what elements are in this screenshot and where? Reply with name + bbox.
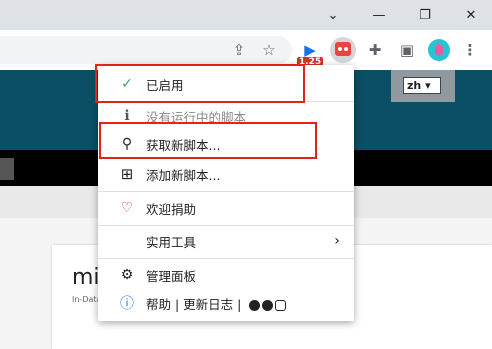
menu-item-utilities[interactable]: 实用工具 › [98, 226, 354, 256]
menu-item-help[interactable]: ⓘ 帮助 | 更新日志 | [98, 288, 354, 318]
tampermonkey-icon [335, 42, 351, 56]
social-links [249, 299, 287, 311]
nav-tab[interactable] [0, 158, 14, 180]
bookmark-star-icon[interactable]: ☆ [257, 38, 281, 62]
tab-search-chevron-icon[interactable]: ⌄ [310, 0, 356, 30]
add-script-label: 添加新脚本... [146, 167, 221, 183]
add-box-icon: ⊞ [120, 165, 134, 183]
donate-label: 欢迎捐助 [146, 201, 197, 217]
language-select-value: zh [407, 79, 422, 92]
restore-button[interactable]: ❐ [402, 0, 448, 30]
profile-avatar[interactable] [428, 39, 450, 61]
info-circle-icon: ⓘ [120, 296, 134, 312]
close-window-button[interactable]: ✕ [448, 0, 492, 30]
extensions-puzzle-icon[interactable]: ✚ [363, 38, 387, 62]
help-changelog-label: 帮助 | 更新日志 | [146, 294, 287, 313]
facebook-icon[interactable] [262, 299, 274, 311]
highlight-enabled-box [95, 64, 305, 103]
side-panel-icon[interactable]: ▣ [395, 38, 419, 62]
instagram-icon[interactable] [275, 299, 287, 311]
gear-icon: ⚙ [120, 267, 134, 283]
language-select[interactable]: zh ▾ [403, 77, 441, 94]
menu-divider [98, 258, 354, 259]
menu-item-dashboard[interactable]: ⚙ 管理面板 [98, 260, 354, 290]
highlight-get-scripts-box [99, 122, 317, 159]
github-icon[interactable] [249, 299, 261, 311]
heart-icon: ♡ [120, 200, 134, 216]
menu-divider [98, 191, 354, 192]
dashboard-label: 管理面板 [146, 268, 197, 284]
menu-item-donate[interactable]: ♡ 欢迎捐助 [98, 193, 354, 223]
minimize-button[interactable]: — [356, 0, 402, 30]
share-icon[interactable]: ⇪ [227, 38, 251, 62]
tampermonkey-popup-menu: ✓ 已启用 ℹ 没有运行中的脚本 ⚲ 获取新脚本... ⊞ 添加新脚本... ♡… [98, 65, 354, 321]
chevron-right-icon: › [334, 233, 340, 249]
menu-item-add-script[interactable]: ⊞ 添加新脚本... [98, 159, 354, 189]
utilities-label: 实用工具 [146, 234, 197, 250]
browser-menu-icon[interactable]: ⋮ [458, 38, 482, 62]
help-label: 帮助 | 更新日志 | [146, 296, 242, 312]
